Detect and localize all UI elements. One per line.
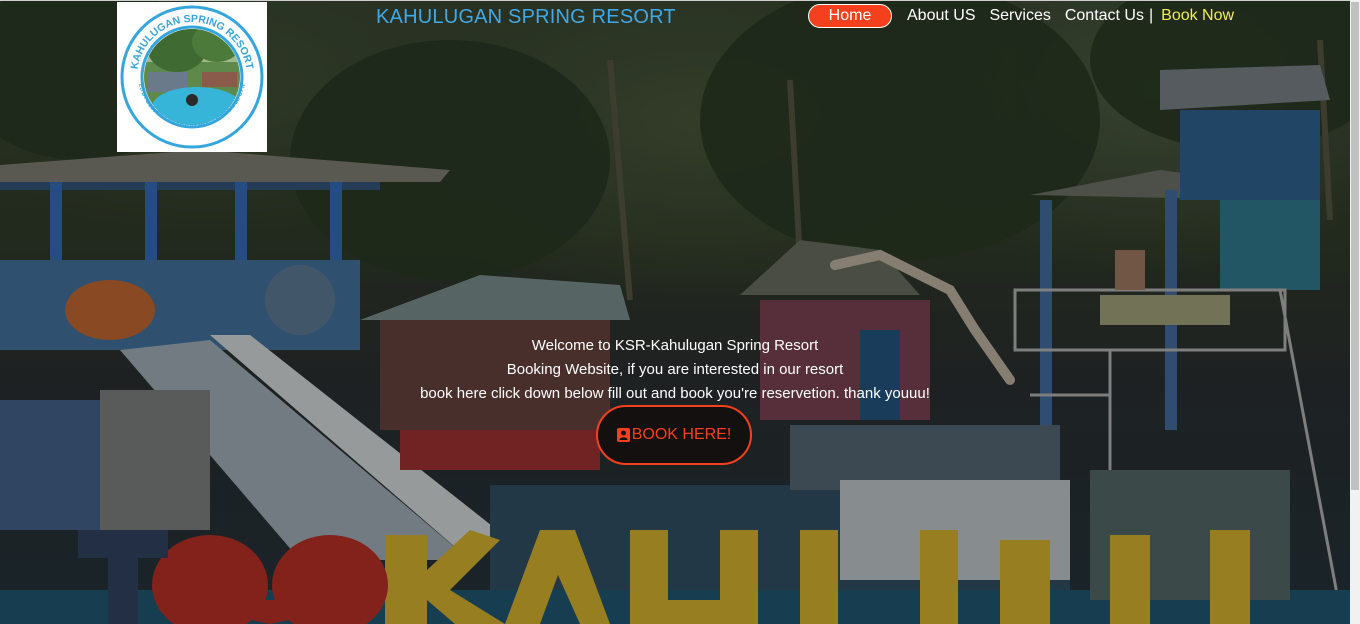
nav-about[interactable]: About US [907, 7, 975, 25]
welcome-line-3: book here click down below fill out and … [420, 385, 930, 402]
user-lock-icon [616, 428, 630, 442]
nav-book-now[interactable]: Book Now [1161, 7, 1234, 25]
scrollbar-thumb[interactable] [1351, 2, 1359, 490]
logo-emblem: KAHULUGAN SPRING RESORT INSPIRED BY GOD,… [115, 0, 264, 149]
welcome-message: Welcome to KSR-Kahulugan Spring Resort B… [380, 334, 970, 406]
welcome-line-1: Welcome to KSR-Kahulugan Spring Resort [531, 337, 819, 354]
main-nav: Home About US Services Contact Us | Book… [808, 4, 1234, 28]
page-scrollbar[interactable] [1350, 0, 1360, 624]
top-border [0, 0, 1350, 1]
nav-separator: | [1148, 7, 1154, 24]
resort-logo[interactable]: KAHULUGAN SPRING RESORT INSPIRED BY GOD,… [115, 0, 267, 152]
nav-home[interactable]: Home [808, 4, 892, 28]
book-here-label: BOOK HERE! [631, 426, 732, 443]
nav-contact[interactable]: Contact Us [1065, 7, 1144, 25]
book-here-button[interactable]: BOOK HERE! [596, 405, 752, 465]
site-title: KAHULUGAN SPRING RESORT [376, 6, 676, 28]
nav-services[interactable]: Services [989, 7, 1050, 25]
welcome-line-2: Booking Website, if you are interested i… [506, 361, 844, 378]
